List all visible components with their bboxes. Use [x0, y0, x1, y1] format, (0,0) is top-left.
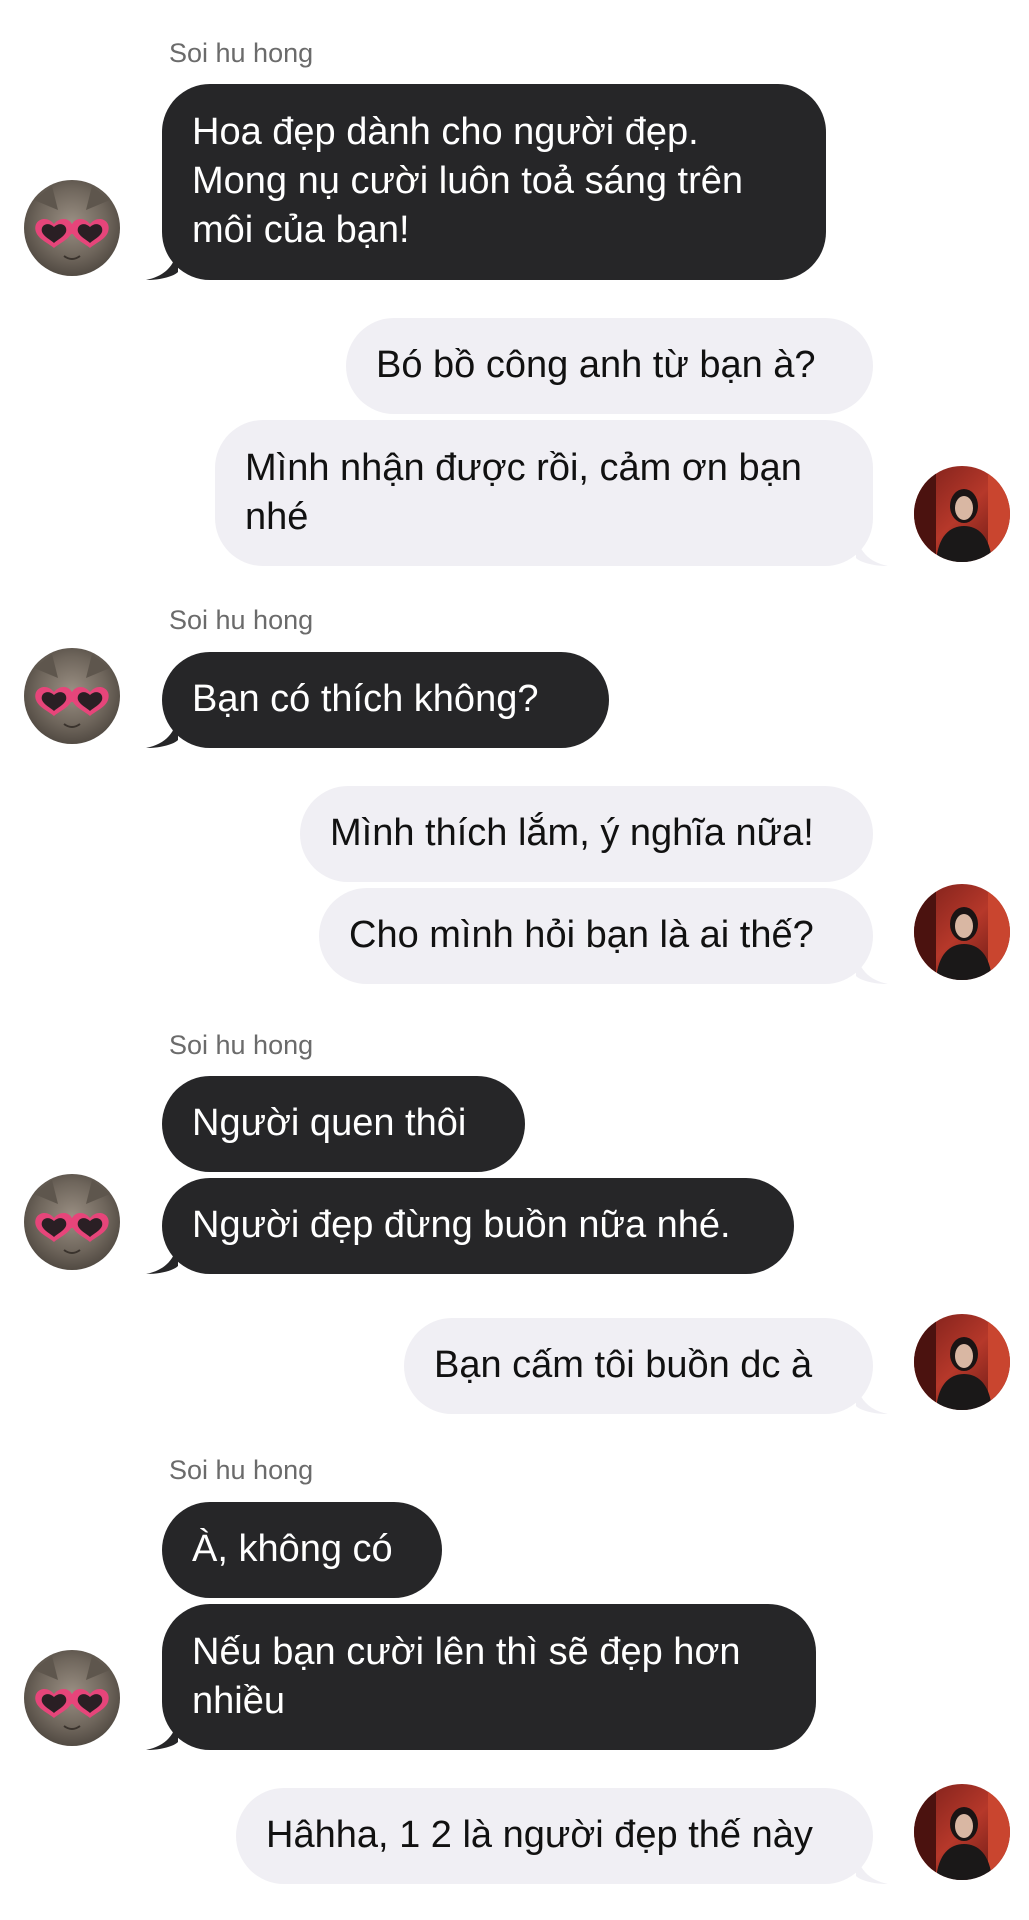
sender-name: Soi hu hong [169, 605, 314, 635]
message-bubble-outgoing[interactable]: Cho mình hỏi bạn là ai thế? [319, 888, 873, 984]
cat-with-heart-sunglasses-avatar-icon [24, 648, 120, 744]
message-bubble-outgoing[interactable]: Bạn cấm tôi buồn dc à [404, 1318, 873, 1414]
user-photo-avatar-icon [914, 466, 1010, 562]
bubble-tail-icon [146, 1240, 178, 1274]
sender-name: Soi hu hong [169, 38, 314, 68]
message-text: Bạn có thích không? [192, 678, 539, 720]
user-photo-avatar-icon [914, 1314, 1010, 1410]
message-text: Mình nhận được rồi, cảm ơn bạn nhé [245, 447, 802, 538]
message-bubble-incoming[interactable]: Người đẹp đừng buồn nữa nhé. [162, 1178, 794, 1274]
bubble-tail-icon [146, 714, 178, 748]
sender-name: Soi hu hong [169, 1455, 314, 1485]
message-bubble-incoming[interactable]: Bạn có thích không? [162, 652, 609, 748]
message-bubble-incoming[interactable]: Nếu bạn cười lên thì sẽ đẹp hơn nhiều [162, 1604, 816, 1750]
user-photo-avatar-icon [914, 1784, 1010, 1880]
sender-name: Soi hu hong [169, 1030, 314, 1060]
message-text: Nếu bạn cười lên thì sẽ đẹp hơn nhiều [192, 1631, 741, 1722]
message-text: À, không có [192, 1528, 393, 1570]
my-avatar[interactable] [914, 1314, 1010, 1410]
bubble-tail-icon [856, 950, 888, 984]
bubble-tail-icon [146, 1716, 178, 1750]
message-text: Cho mình hỏi bạn là ai thế? [349, 914, 814, 956]
my-avatar[interactable] [914, 466, 1010, 562]
message-bubble-outgoing[interactable]: Mình nhận được rồi, cảm ơn bạn nhé [215, 420, 873, 566]
message-bubble-outgoing[interactable]: Bó bồ công anh từ bạn à? [346, 318, 873, 414]
message-bubble-incoming[interactable]: Hoa đẹp dành cho người đẹp. Mong nụ cười… [162, 84, 826, 280]
message-text: Hâhha, 1 2 là người đẹp thế này [266, 1814, 813, 1856]
message-text: Bạn cấm tôi buồn dc à [434, 1344, 813, 1386]
message-bubble-incoming[interactable]: Người quen thôi [162, 1076, 525, 1172]
message-text: Người đẹp đừng buồn nữa nhé. [192, 1204, 731, 1246]
contact-avatar[interactable] [24, 180, 120, 276]
message-bubble-outgoing[interactable]: Hâhha, 1 2 là người đẹp thế này [236, 1788, 873, 1884]
cat-with-heart-sunglasses-avatar-icon [24, 1650, 120, 1746]
message-bubble-outgoing[interactable]: Mình thích lắm, ý nghĩa nữa! [300, 786, 873, 882]
message-bubble-incoming[interactable]: À, không có [162, 1502, 442, 1598]
bubble-tail-icon [856, 1380, 888, 1414]
contact-avatar[interactable] [24, 1650, 120, 1746]
message-text: Bó bồ công anh từ bạn à? [376, 344, 816, 386]
message-text: Mình thích lắm, ý nghĩa nữa! [330, 812, 814, 854]
my-avatar[interactable] [914, 884, 1010, 980]
contact-avatar[interactable] [24, 1174, 120, 1270]
user-photo-avatar-icon [914, 884, 1010, 980]
bubble-tail-icon [856, 1850, 888, 1884]
bubble-tail-icon [146, 246, 178, 280]
contact-avatar[interactable] [24, 648, 120, 744]
cat-with-heart-sunglasses-avatar-icon [24, 1174, 120, 1270]
cat-with-heart-sunglasses-avatar-icon [24, 180, 120, 276]
bubble-tail-icon [856, 532, 888, 566]
my-avatar[interactable] [914, 1784, 1010, 1880]
message-text: Người quen thôi [192, 1102, 467, 1144]
message-text: Hoa đẹp dành cho người đẹp. Mong nụ cười… [192, 111, 744, 251]
